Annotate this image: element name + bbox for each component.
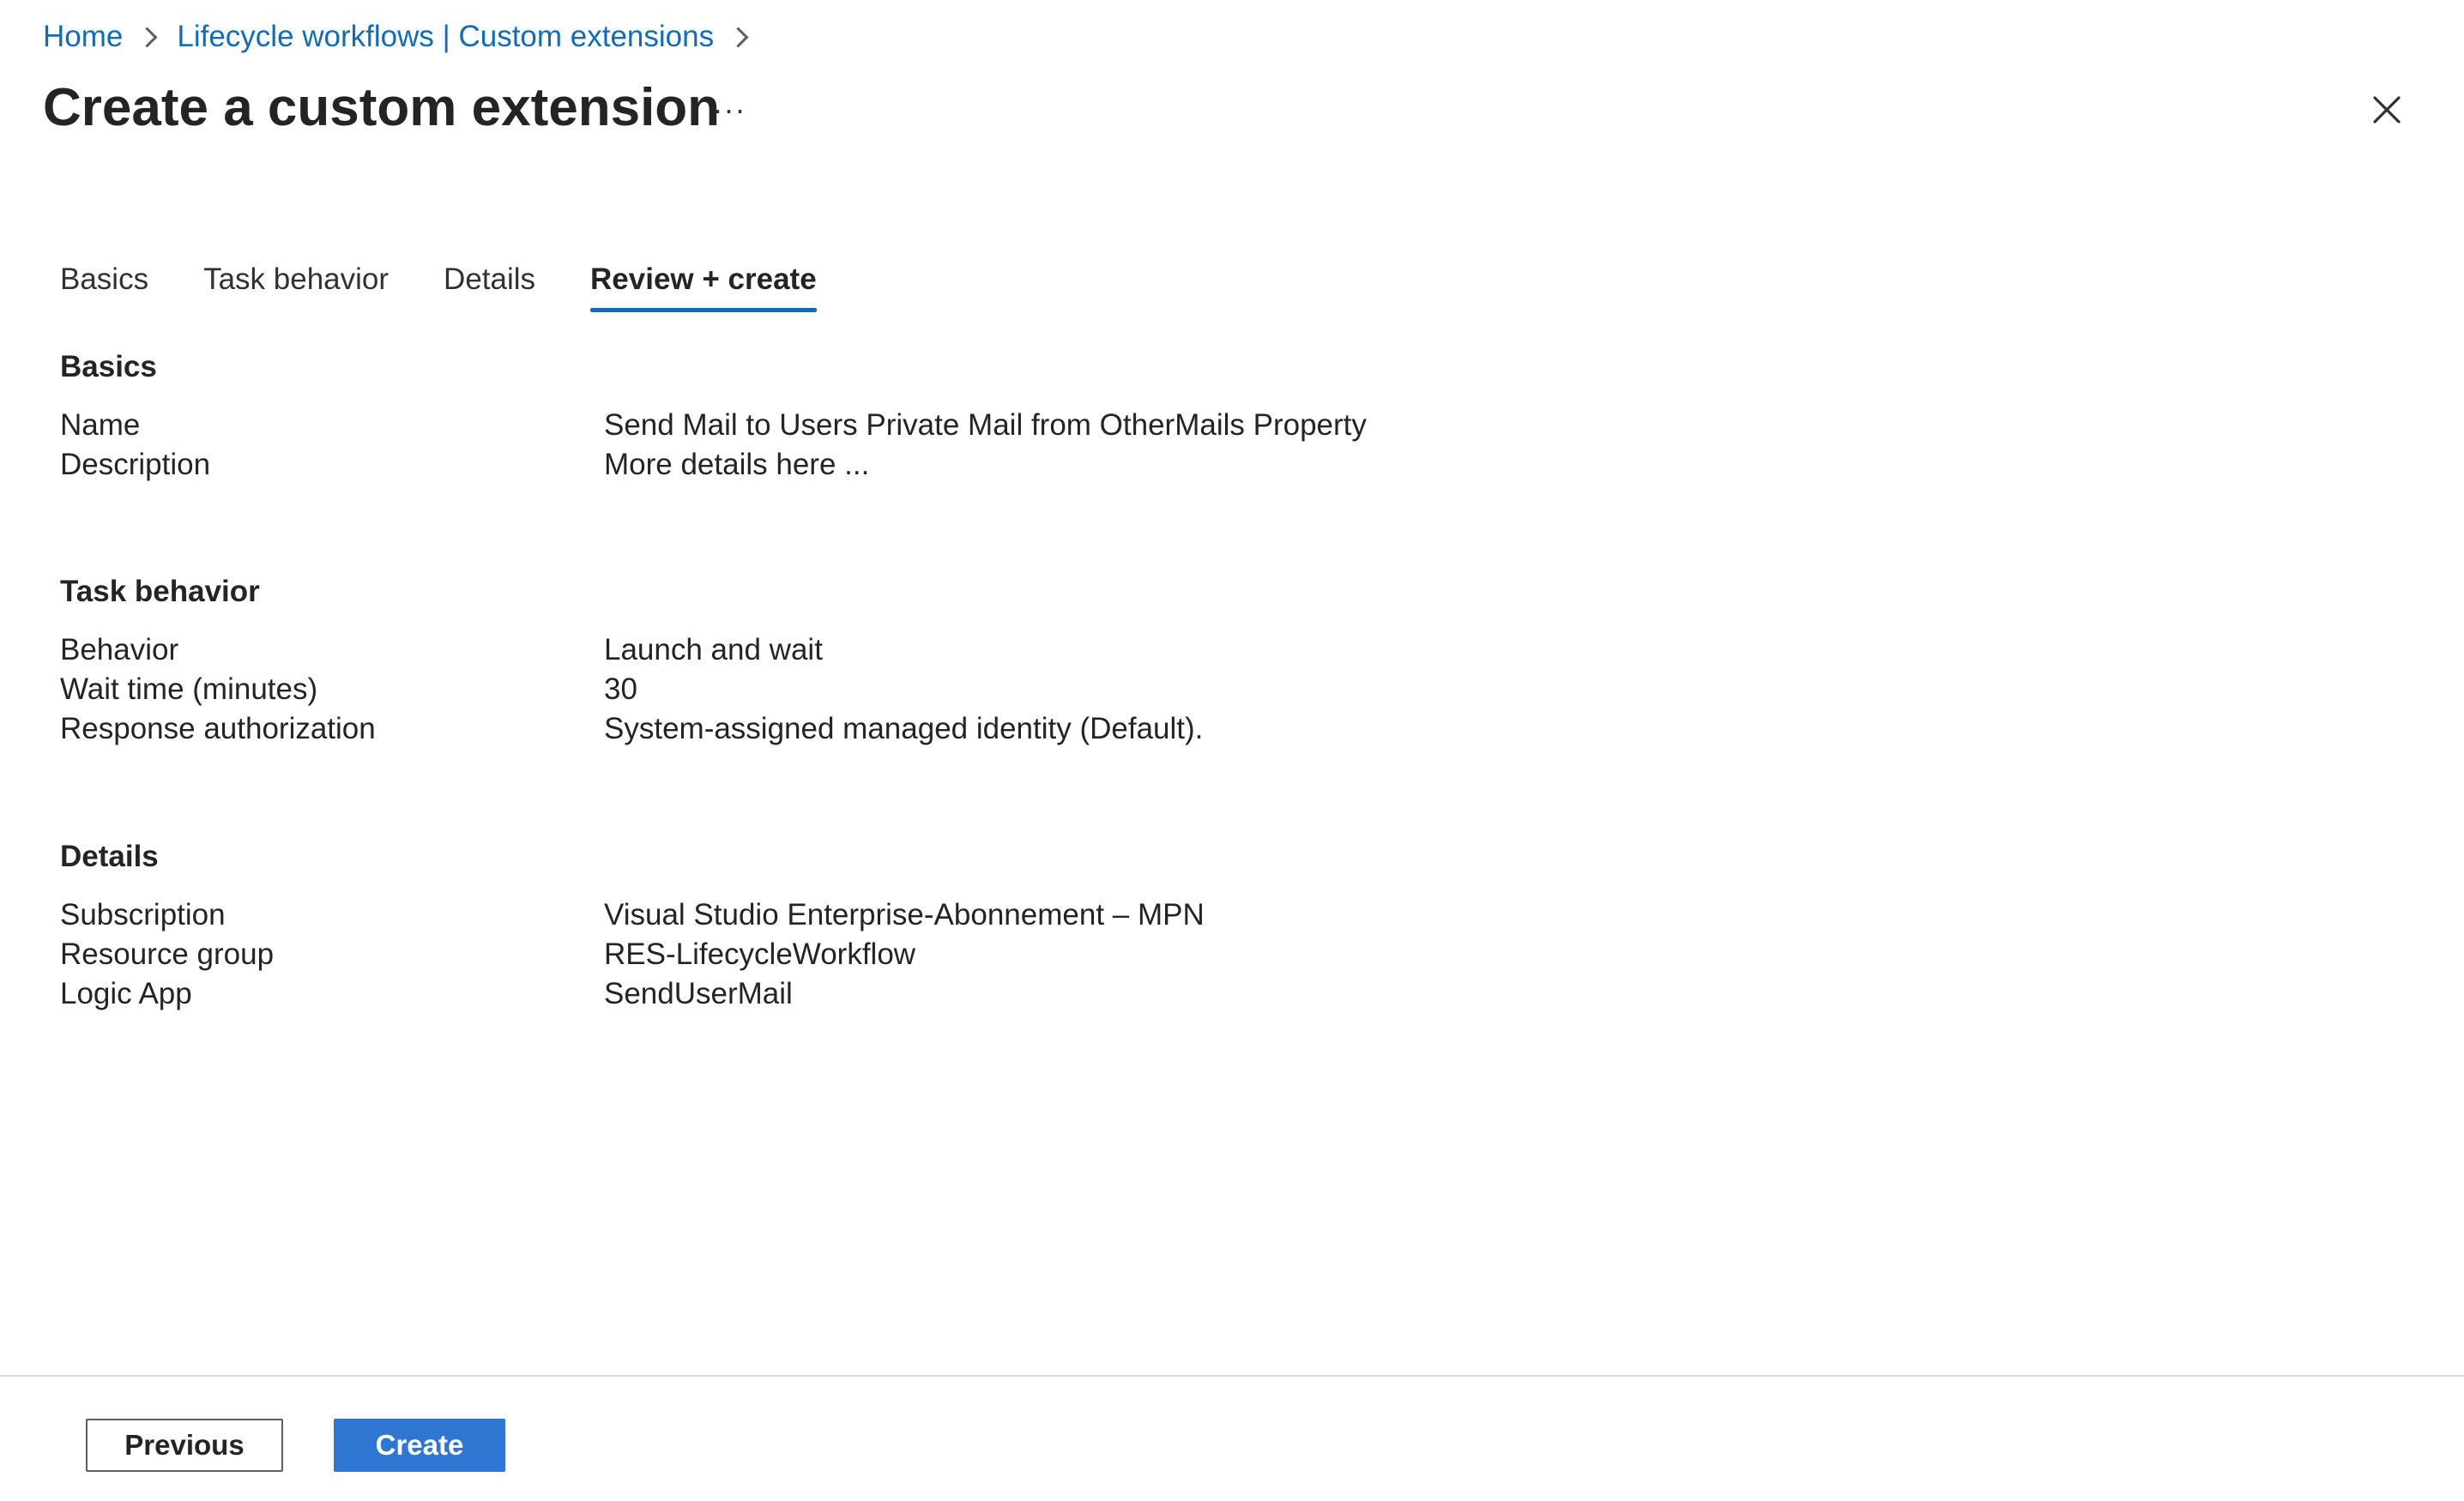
tab-basics[interactable]: Basics bbox=[60, 254, 148, 316]
row-label: Logic App bbox=[60, 977, 192, 1010]
previous-button[interactable]: Previous bbox=[86, 1419, 283, 1472]
row-value: 30 bbox=[604, 672, 637, 706]
row-value: RES-LifecycleWorkflow bbox=[604, 937, 916, 971]
tab-details[interactable]: Details bbox=[444, 254, 535, 316]
section-heading: Task behavior bbox=[60, 575, 260, 608]
footer-divider bbox=[0, 1375, 2464, 1377]
summary-row: Name Send Mail to Users Private Mail fro… bbox=[60, 406, 2376, 445]
row-value: System-assigned managed identity (Defaul… bbox=[604, 712, 1204, 745]
breadcrumb: Home Lifecycle workflows | Custom extens… bbox=[43, 15, 768, 58]
row-value: Launch and wait bbox=[604, 633, 823, 666]
summary-row: Response authorization System-assigned m… bbox=[60, 709, 2376, 749]
tab-task-behavior[interactable]: Task behavior bbox=[203, 254, 389, 316]
row-label: Wait time (minutes) bbox=[60, 672, 318, 706]
row-label: Response authorization bbox=[60, 712, 376, 745]
section-heading: Details bbox=[60, 840, 159, 873]
wizard-tabs: Basics Task behavior Details Review + cr… bbox=[60, 254, 817, 317]
create-button[interactable]: Create bbox=[334, 1419, 505, 1472]
more-options-button[interactable]: ··· bbox=[704, 86, 755, 134]
summary-row: Wait time (minutes) 30 bbox=[60, 670, 2376, 709]
breadcrumb-home-link[interactable]: Home bbox=[43, 20, 123, 54]
close-icon bbox=[2373, 96, 2401, 124]
row-label: Resource group bbox=[60, 937, 275, 971]
row-label: Name bbox=[60, 408, 141, 442]
summary-row: Description More details here ... bbox=[60, 445, 2376, 485]
row-label: Description bbox=[60, 448, 211, 481]
row-value: SendUserMail bbox=[604, 977, 793, 1010]
breadcrumb-custom-extensions-link[interactable]: Lifecycle workflows | Custom extensions bbox=[177, 20, 714, 54]
summary-row: Behavior Launch and wait bbox=[60, 630, 2376, 670]
summary-row: Subscription Visual Studio Enterprise-Ab… bbox=[60, 895, 2376, 935]
close-button[interactable] bbox=[2361, 84, 2413, 136]
summary-row: Resource group RES-LifecycleWorkflow bbox=[60, 935, 2376, 974]
details-section: Details Subscription Visual Studio Enter… bbox=[60, 835, 2376, 1014]
row-label: Behavior bbox=[60, 633, 179, 666]
chevron-right-icon bbox=[136, 26, 158, 48]
task-behavior-section: Task behavior Behavior Launch and wait W… bbox=[60, 570, 2376, 749]
create-custom-extension-page: Home Lifecycle workflows | Custom extens… bbox=[0, 0, 2464, 1501]
row-value: Visual Studio Enterprise-Abonnement – MP… bbox=[604, 898, 1205, 931]
row-value: More details here ... bbox=[604, 448, 870, 481]
summary-row: Logic App SendUserMail bbox=[60, 974, 2376, 1014]
section-heading: Basics bbox=[60, 350, 157, 383]
page-title: Create a custom extension bbox=[43, 78, 721, 137]
tab-review-create[interactable]: Review + create bbox=[590, 254, 817, 316]
chevron-right-icon bbox=[728, 26, 749, 48]
basics-section: Basics Name Send Mail to Users Private M… bbox=[60, 346, 2376, 485]
row-label: Subscription bbox=[60, 898, 226, 931]
row-value: Send Mail to Users Private Mail from Oth… bbox=[604, 408, 1367, 442]
